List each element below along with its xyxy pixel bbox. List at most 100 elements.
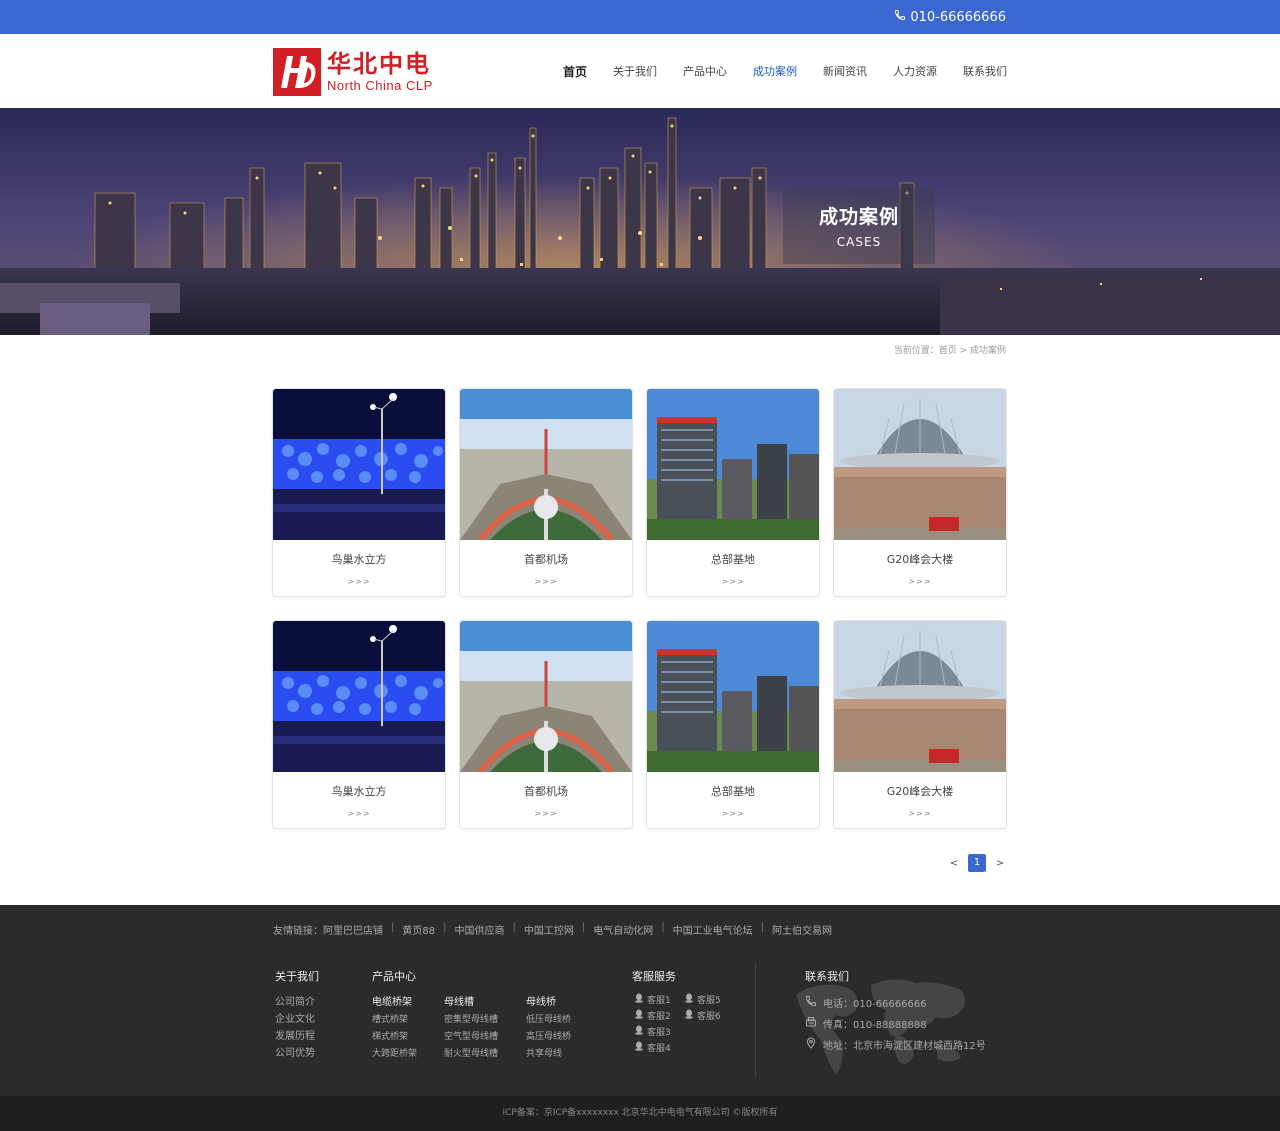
case-card[interactable]: 总部基地 >>>	[646, 388, 820, 597]
product-link[interactable]: 共享母线	[526, 1046, 571, 1063]
site-header: 华北中电 North China CLP 首页 关于我们 产品中心 成功案例 新…	[0, 34, 1280, 108]
footer-contact-title[interactable]: 联系我们	[805, 968, 986, 984]
friend-link[interactable]: 中国供应商	[454, 922, 504, 937]
case-name[interactable]: 总部基地	[647, 551, 819, 567]
link-separator: |	[760, 922, 764, 933]
link-separator: |	[661, 922, 665, 933]
footer-about-item[interactable]: 企业文化	[275, 1011, 319, 1028]
footer-about-item[interactable]: 发展历程	[275, 1028, 319, 1045]
friend-link[interactable]: 电气自动化网	[593, 922, 653, 937]
case-name[interactable]: G20峰会大楼	[834, 551, 1006, 567]
case-name[interactable]: 鸟巢水立方	[273, 783, 445, 799]
pagination: < 1 >	[944, 854, 1010, 872]
service-item[interactable]: 客服5	[684, 993, 734, 1009]
pager-current-page[interactable]: 1	[968, 854, 986, 872]
case-card[interactable]: 首都机场 >>>	[459, 620, 633, 829]
link-separator: |	[512, 922, 516, 933]
case-name[interactable]: G20峰会大楼	[834, 783, 1006, 799]
footer-about-column: 关于我们 公司简介 企业文化 发展历程 公司优势	[275, 968, 319, 1062]
case-image-water-cube	[273, 621, 445, 772]
product-link[interactable]: 低压母线桥	[526, 1012, 571, 1029]
contact-address-row: 地址：北京市海淀区建材城西路12号	[805, 1036, 986, 1057]
copyright-bar: ICP备案：京ICP备xxxxxxxx 北京华北中电电气有限公司 ©版权所有	[0, 1096, 1280, 1131]
logo-mark-icon	[273, 48, 321, 96]
qq-icon	[684, 1009, 694, 1025]
product-link[interactable]: 密集型母线槽	[444, 1012, 498, 1029]
case-more-link[interactable]: >>>	[460, 577, 632, 586]
product-link[interactable]: 大跨距桥架	[372, 1046, 417, 1063]
case-name[interactable]: 总部基地	[647, 783, 819, 799]
case-image-headquarters	[647, 389, 819, 540]
service-item[interactable]: 客服6	[684, 1009, 734, 1025]
nav-news[interactable]: 新闻资讯	[810, 64, 880, 80]
case-card[interactable]: 总部基地 >>>	[646, 620, 820, 829]
case-name[interactable]: 鸟巢水立方	[273, 551, 445, 567]
nav-contact[interactable]: 联系我们	[950, 64, 1007, 80]
nav-home[interactable]: 首页	[550, 64, 600, 80]
product-link[interactable]: 空气型母线槽	[444, 1029, 498, 1046]
service-item[interactable]: 客服4	[634, 1041, 684, 1057]
case-card[interactable]: 鸟巢水立方 >>>	[272, 388, 446, 597]
banner-subtitle: CASES	[836, 235, 882, 249]
qq-icon	[634, 1009, 644, 1025]
friend-link[interactable]: 黄页88	[402, 922, 435, 937]
service-item[interactable]: 客服1	[634, 993, 684, 1009]
top-bar: 010-66666666	[0, 0, 1280, 34]
case-image-g20-building	[834, 389, 1006, 540]
friend-link[interactable]: 中国工控网	[524, 922, 574, 937]
product-group-title[interactable]: 母线桥	[526, 993, 571, 1008]
case-card[interactable]: 鸟巢水立方 >>>	[272, 620, 446, 829]
pager-next-button[interactable]: >	[990, 858, 1010, 869]
contact-fax: 传真：010-88888888	[823, 1020, 927, 1031]
case-card[interactable]: G20峰会大楼 >>>	[833, 388, 1007, 597]
case-more-link[interactable]: >>>	[273, 577, 445, 586]
case-card[interactable]: G20峰会大楼 >>>	[833, 620, 1007, 829]
product-link[interactable]: 梯式桥架	[372, 1029, 417, 1046]
contact-phone: 电话：010-66666666	[823, 999, 927, 1010]
product-group-title[interactable]: 电缆桥架	[372, 993, 417, 1008]
pager-prev-button[interactable]: <	[944, 858, 964, 869]
footer-service-column: 客服服务	[632, 968, 676, 994]
case-more-link[interactable]: >>>	[647, 809, 819, 818]
nav-cases[interactable]: 成功案例	[740, 64, 810, 80]
location-pin-icon	[805, 1036, 817, 1057]
footer-products-column: 产品中心	[372, 968, 416, 994]
case-name[interactable]: 首都机场	[460, 783, 632, 799]
case-card[interactable]: 首都机场 >>>	[459, 388, 633, 597]
nav-products[interactable]: 产品中心	[670, 64, 740, 80]
case-image-headquarters	[647, 621, 819, 772]
service-item[interactable]: 客服3	[634, 1025, 684, 1041]
footer-divider	[755, 963, 756, 1077]
nav-hr[interactable]: 人力资源	[880, 64, 950, 80]
qq-icon	[634, 993, 644, 1009]
banner-refinery-image	[0, 108, 1280, 335]
phone-icon	[894, 9, 906, 25]
footer-about-title[interactable]: 关于我们	[275, 968, 319, 984]
case-more-link[interactable]: >>>	[273, 809, 445, 818]
friend-link[interactable]: 阿里巴巴店铺	[323, 922, 383, 937]
case-more-link[interactable]: >>>	[834, 809, 1006, 818]
footer-products-title[interactable]: 产品中心	[372, 968, 416, 984]
service-item[interactable]: 客服2	[634, 1009, 684, 1025]
product-link[interactable]: 耐火型母线槽	[444, 1046, 498, 1063]
footer-about-item[interactable]: 公司优势	[275, 1045, 319, 1062]
product-link[interactable]: 高压母线桥	[526, 1029, 571, 1046]
case-more-link[interactable]: >>>	[834, 577, 1006, 586]
banner-title: 成功案例	[818, 206, 899, 228]
link-separator: |	[443, 922, 447, 933]
breadcrumb: 当前位置：首页 > 成功案例	[893, 346, 1006, 356]
friend-link[interactable]: 中国工业电气论坛	[673, 922, 753, 937]
case-more-link[interactable]: >>>	[647, 577, 819, 586]
case-name[interactable]: 首都机场	[460, 551, 632, 567]
site-logo[interactable]: 华北中电 North China CLP	[273, 48, 433, 96]
product-link[interactable]: 槽式桥架	[372, 1012, 417, 1029]
case-more-link[interactable]: >>>	[460, 809, 632, 818]
nav-about[interactable]: 关于我们	[600, 64, 670, 80]
friend-link[interactable]: 阿土伯交易网	[772, 922, 832, 937]
product-group-title[interactable]: 母线槽	[444, 993, 498, 1008]
footer-product-group: 母线桥 低压母线桥 高压母线桥 共享母线	[526, 993, 571, 1063]
qq-icon	[634, 1025, 644, 1041]
footer-about-item[interactable]: 公司简介	[275, 994, 319, 1011]
phone-icon	[805, 994, 817, 1015]
footer-contact: 联系我们 电话：010-66666666 传真：010-88888888 地址：…	[805, 968, 986, 1057]
